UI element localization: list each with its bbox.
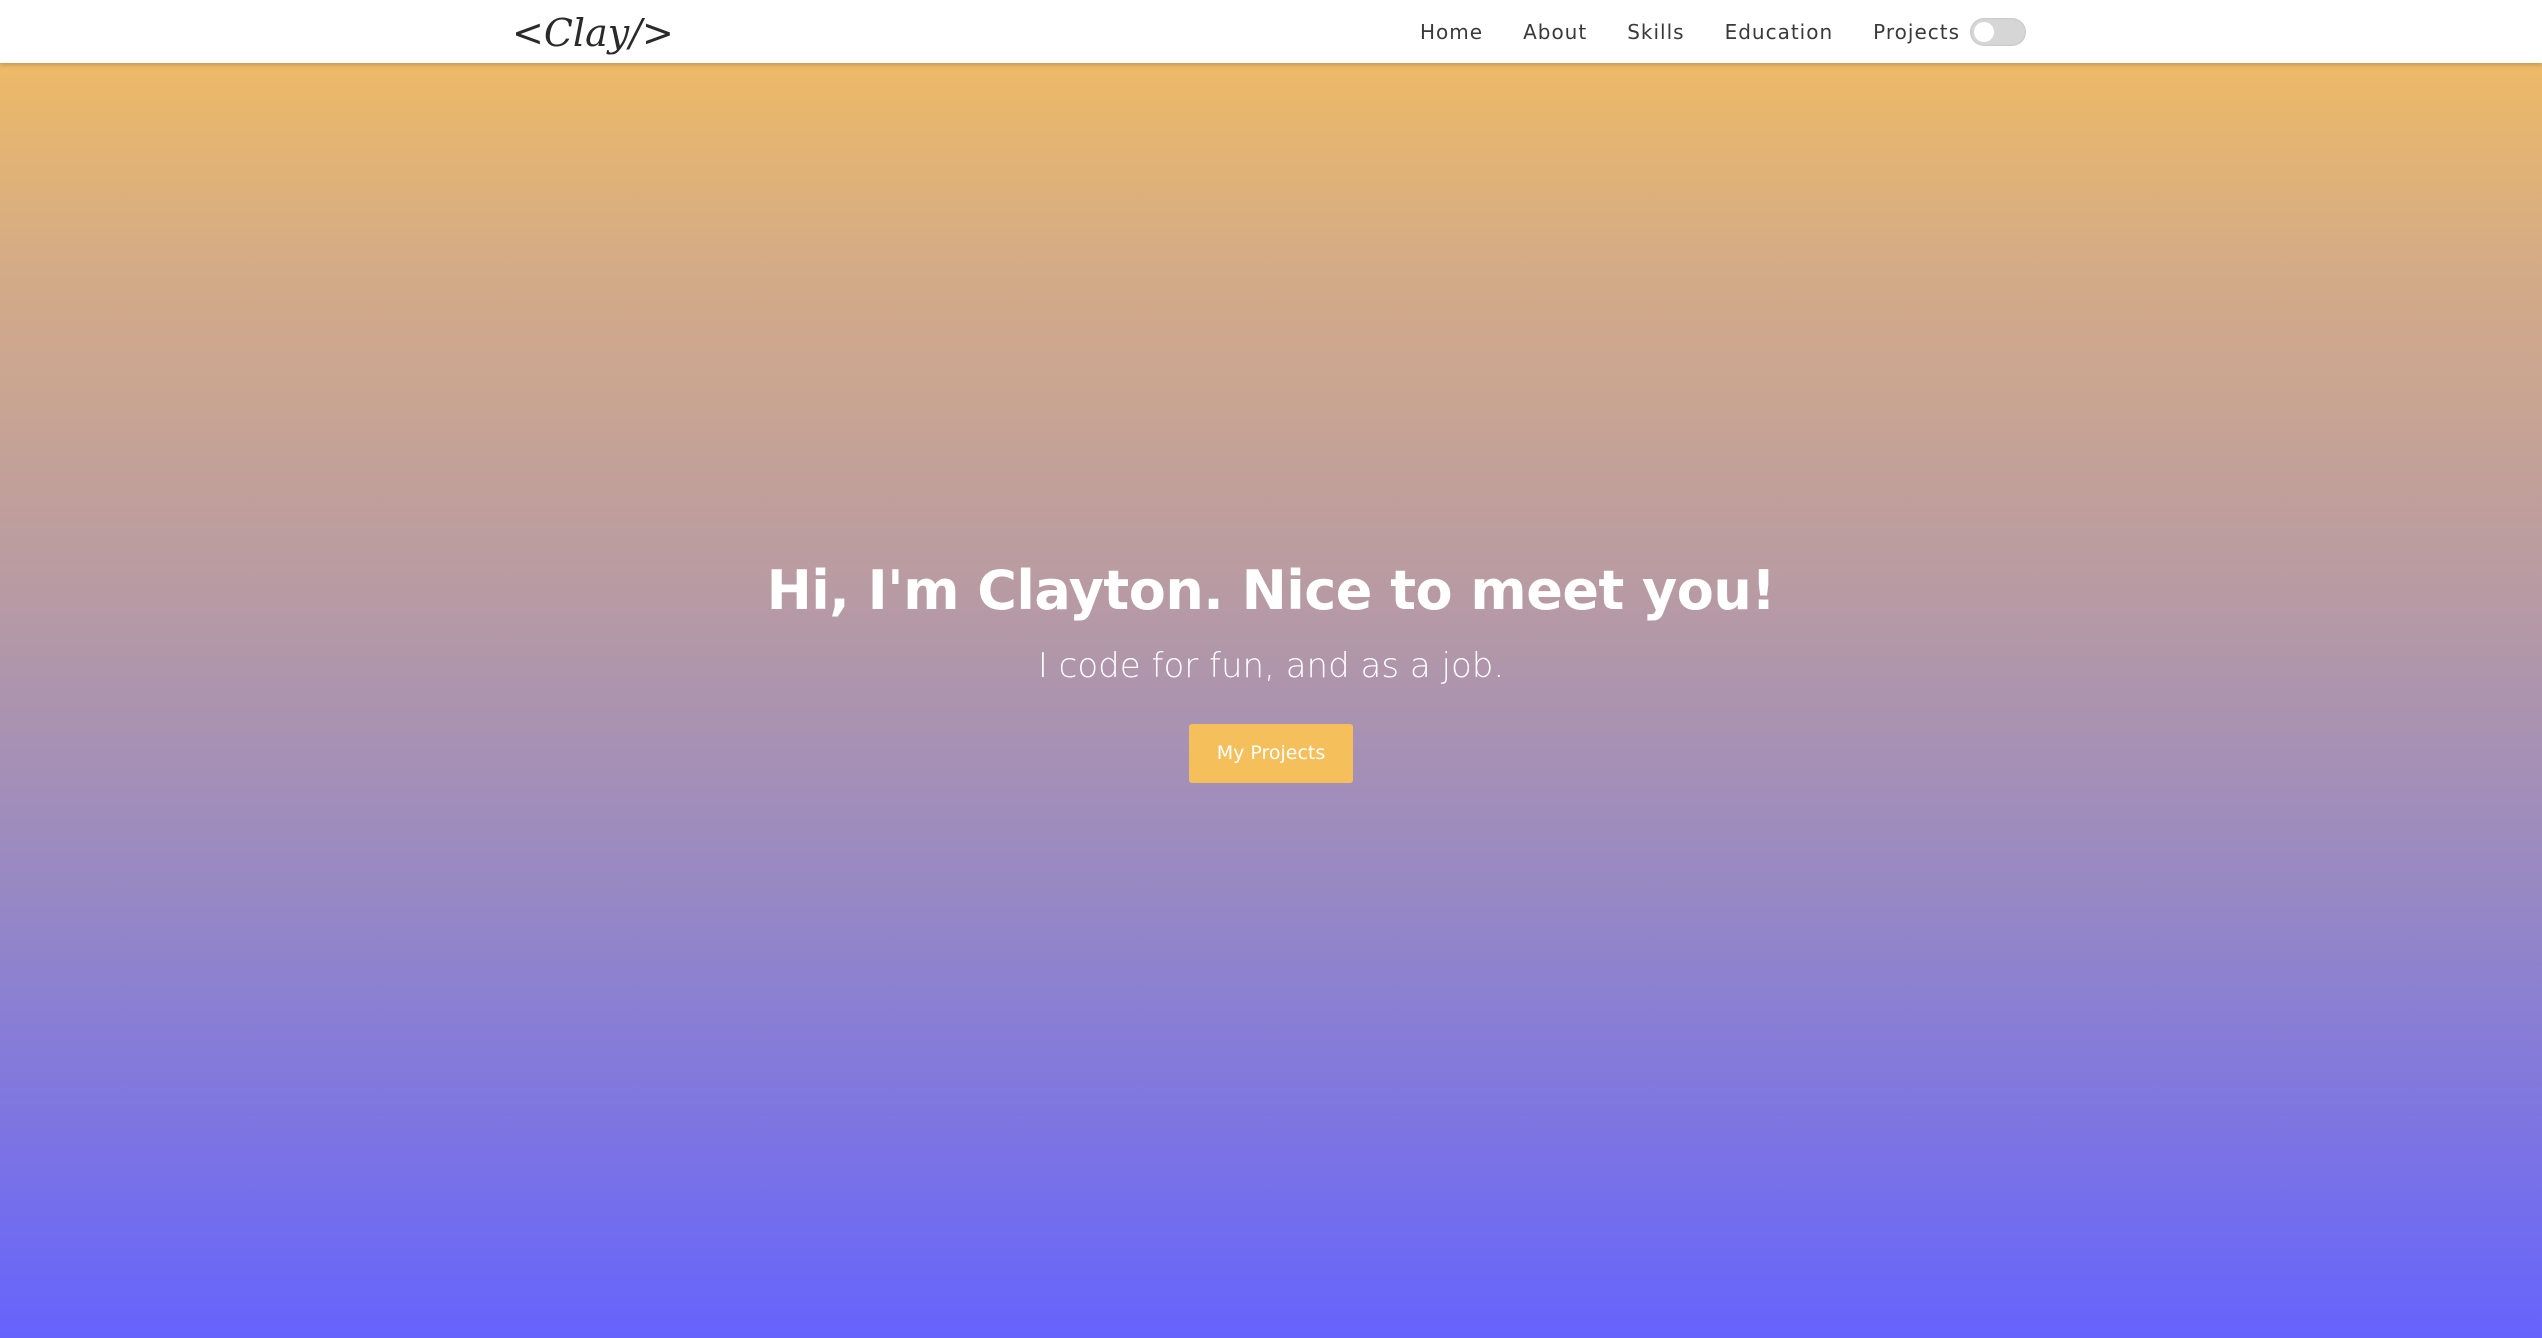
dark-mode-toggle[interactable] <box>1970 18 2026 46</box>
hero-subtitle: I code for fun, and as a job. <box>1037 646 1505 686</box>
nav-link-home[interactable]: Home <box>1420 20 1483 44</box>
hero-section: Hi, I'm Clayton. Nice to meet you! I cod… <box>0 560 2542 783</box>
nav-link-skills[interactable]: Skills <box>1627 20 1684 44</box>
my-projects-button[interactable]: My Projects <box>1189 724 1353 783</box>
nav-link-education[interactable]: Education <box>1725 20 1834 44</box>
toggle-knob-icon <box>1974 22 1994 42</box>
nav-links: Home About Skills Education Projects <box>1420 0 2000 63</box>
hero-title: Hi, I'm Clayton. Nice to meet you! <box>766 559 1776 622</box>
site-logo[interactable]: <Clay/> <box>512 6 674 60</box>
nav-link-projects[interactable]: Projects <box>1873 20 1960 44</box>
top-navbar: <Clay/> Home About Skills Education Proj… <box>0 0 2542 63</box>
nav-link-about[interactable]: About <box>1523 20 1587 44</box>
